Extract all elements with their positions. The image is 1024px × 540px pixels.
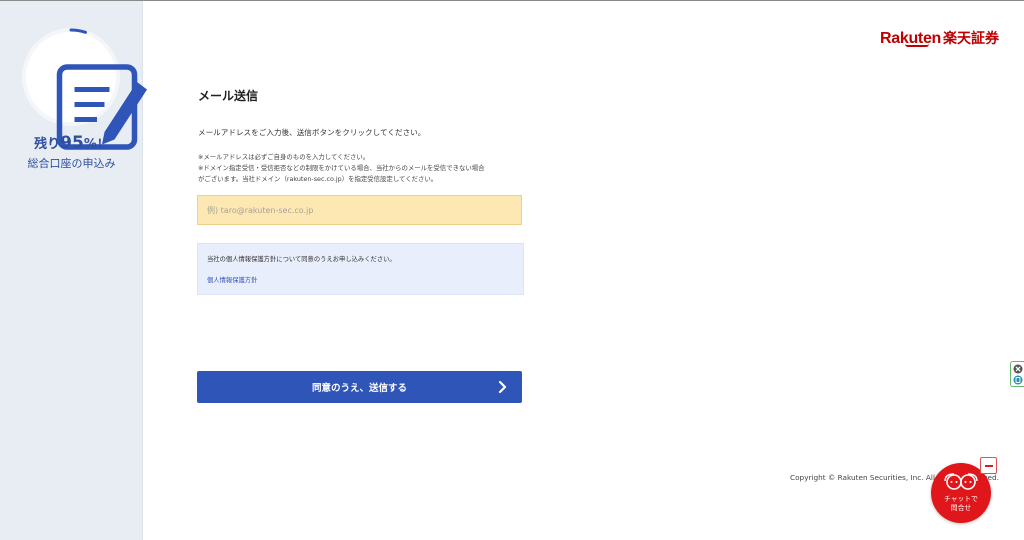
chat-operator-icon — [944, 473, 978, 490]
sidebar-subtitle: 総合口座の申込み — [27, 157, 116, 170]
remain-prefix: 残り — [34, 137, 61, 152]
instruction-text: メールアドレスをご入力後、送信ボタンをクリックしてください。 — [198, 128, 426, 137]
progress-ring — [21, 27, 147, 150]
remain-excl: ！ — [96, 137, 109, 151]
submit-label: 同意のうえ、送信する — [311, 383, 407, 394]
note-line: ※メールアドレスは必ずご自身のものを入力してください。 — [198, 153, 370, 161]
note-line: ※ドメイン指定受信・受信拒否などの制限をかけている場合、当社からのメールを受信で… — [198, 164, 485, 172]
privacy-text: 当社の個人情報保護方針について同意のうえお申し込みください。 — [207, 256, 396, 263]
widget-icon[interactable] — [1013, 375, 1023, 385]
agree-and-send-button[interactable]: 同意のうえ、送信する — [197, 371, 522, 403]
side-widget[interactable] — [1010, 361, 1024, 387]
close-icon[interactable] — [1013, 364, 1023, 374]
remain-suffix: % — [83, 137, 97, 152]
page-title: メール送信 — [198, 89, 259, 103]
chat-minimize-button[interactable] — [980, 457, 997, 474]
logo-jp: 楽天証券 — [943, 31, 1000, 47]
notes: ※メールアドレスは必ずご自身のものを入力してください。 ※ドメイン指定受信・受信… — [198, 152, 528, 185]
page: 残り95%！ 総合口座の申込み Rakuten 楽天証券 メール送信 メールアド… — [0, 0, 1024, 540]
privacy-notice: 当社の個人情報保護方針について同意のうえお申し込みください。 個人情報保護方針 — [197, 243, 524, 295]
remain-value: 95 — [60, 133, 84, 153]
note-line: がございます。当社ドメイン（rakuten-sec.co.jp）を指定受信設定し… — [198, 175, 438, 183]
privacy-policy-link[interactable]: 個人情報保護方針 — [207, 275, 257, 284]
chevron-right-icon — [498, 380, 507, 394]
rakuten-logo: Rakuten 楽天証券 — [880, 26, 999, 48]
chat-label-line1: チャットで — [944, 495, 978, 503]
remaining-progress: 残り95%！ — [0, 133, 143, 153]
chat-label: チャットで 問合せ — [931, 495, 991, 513]
sidebar: 残り95%！ 総合口座の申込み — [0, 1, 147, 540]
chat-label-line2: 問合せ — [950, 504, 972, 512]
logo-swoosh — [905, 44, 929, 47]
minus-icon — [984, 464, 993, 467]
email-field[interactable] — [197, 195, 522, 225]
